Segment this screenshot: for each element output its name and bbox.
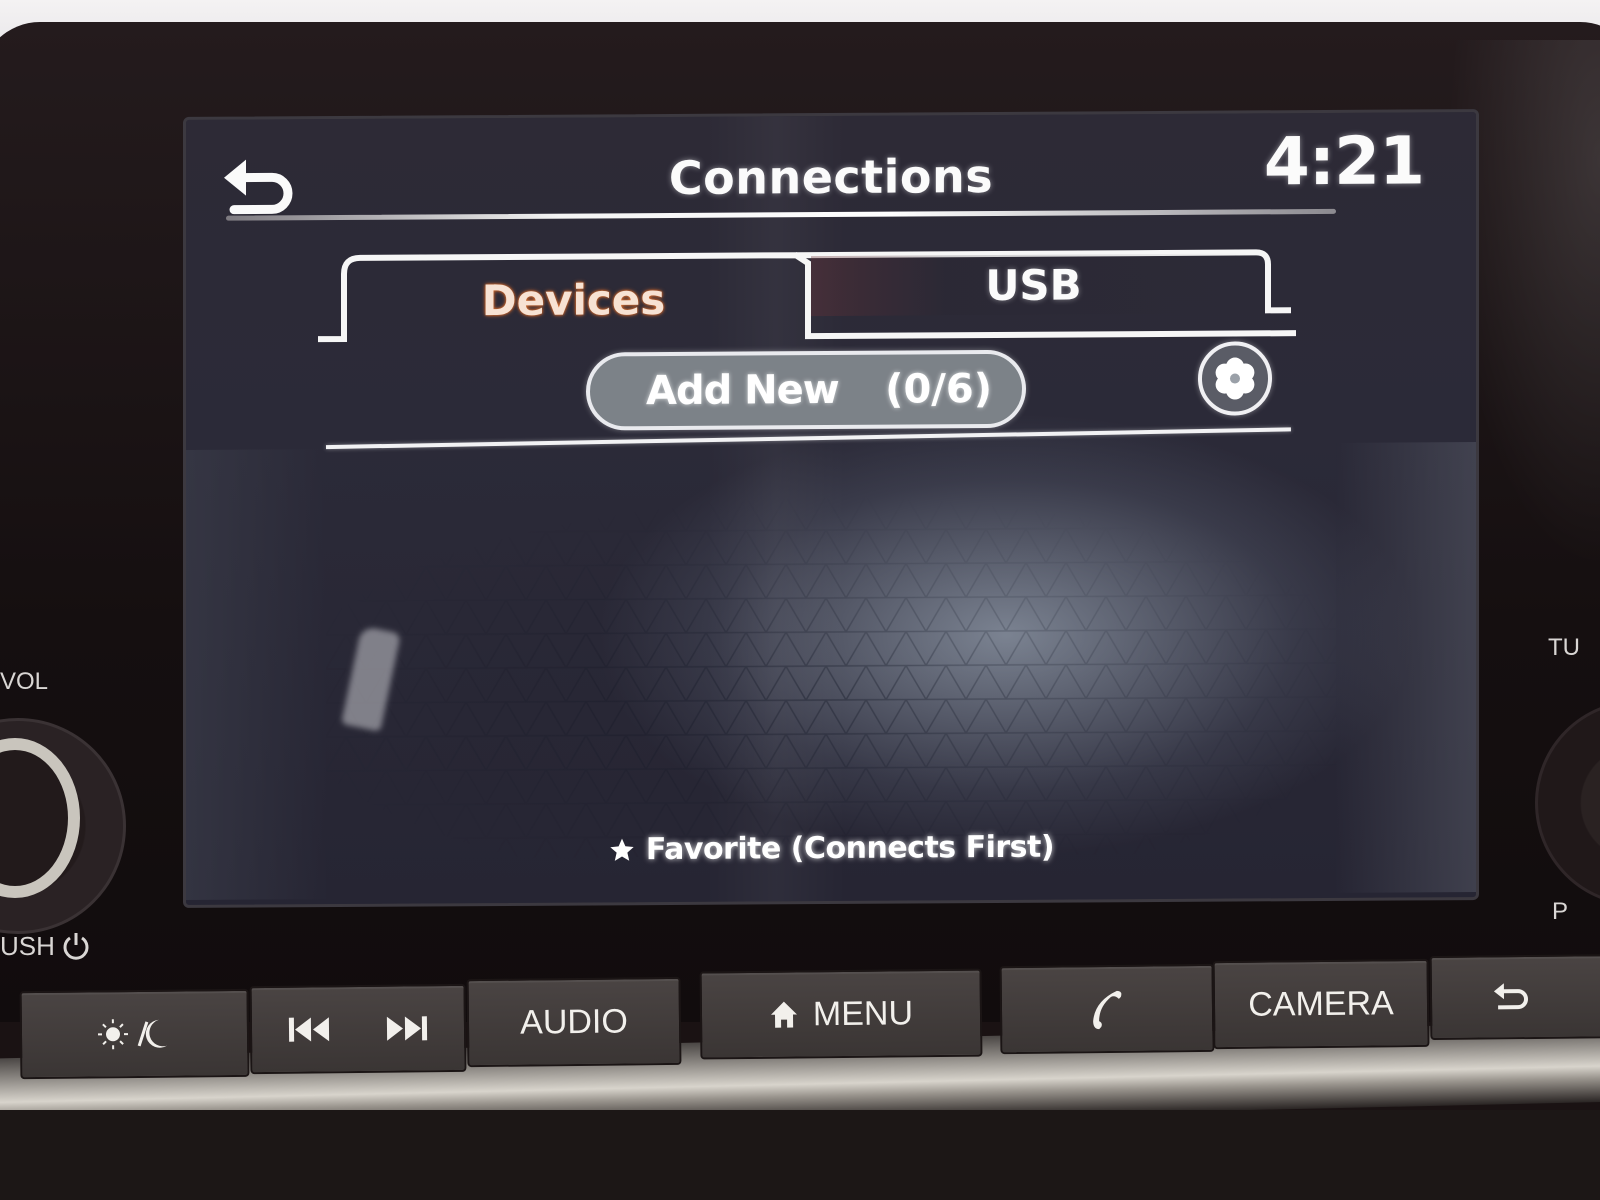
menu-button-label: MENU bbox=[812, 993, 914, 1033]
back-arrow-icon bbox=[1493, 983, 1528, 1010]
power-icon bbox=[63, 933, 89, 960]
day-night-button[interactable] bbox=[19, 988, 250, 1080]
screen-shade-right bbox=[1336, 442, 1476, 893]
tab-devices[interactable]: Devices bbox=[346, 256, 801, 344]
push-label-right: P bbox=[1552, 898, 1569, 925]
audio-button[interactable]: AUDIO bbox=[466, 976, 682, 1068]
star-icon bbox=[610, 838, 634, 861]
favorite-legend-text: Favorite (Connects First) bbox=[645, 829, 1055, 868]
dashboard-lower bbox=[0, 1110, 1600, 1200]
push-label-text: USH bbox=[0, 930, 55, 961]
gear-icon bbox=[1215, 357, 1255, 400]
clock: 4:21 bbox=[1263, 122, 1424, 201]
phone-button[interactable] bbox=[999, 963, 1215, 1055]
push-power-label: USH bbox=[0, 930, 91, 962]
camera-button[interactable]: CAMERA bbox=[1212, 958, 1430, 1050]
tab-usb[interactable]: USB bbox=[811, 253, 1256, 317]
triangle-pattern-background bbox=[326, 492, 1336, 860]
menu-button[interactable]: MENU bbox=[699, 968, 983, 1060]
audio-button-label: AUDIO bbox=[519, 1001, 629, 1042]
device-count: (0/6) bbox=[885, 366, 992, 413]
volume-label: VOL bbox=[0, 668, 49, 695]
skip-forward-icon[interactable] bbox=[383, 1012, 429, 1044]
hardware-back-button[interactable] bbox=[1429, 953, 1600, 1041]
infotainment-screen: Connections 4:21 Devices USB Add New (0/… bbox=[183, 109, 1479, 908]
settings-button[interactable] bbox=[1198, 341, 1272, 416]
track-buttons bbox=[249, 983, 467, 1075]
tune-label: TU bbox=[1548, 634, 1580, 661]
add-new-label: Add New bbox=[646, 366, 839, 415]
day-night-icon bbox=[97, 1019, 167, 1050]
camera-button-label: CAMERA bbox=[1248, 983, 1394, 1024]
add-new-device-button[interactable]: Add New (0/6) bbox=[586, 349, 1026, 431]
skip-back-icon[interactable] bbox=[287, 1013, 333, 1045]
phone-icon bbox=[1093, 990, 1122, 1030]
home-icon bbox=[770, 1001, 797, 1028]
screen-shade-left bbox=[186, 449, 326, 900]
